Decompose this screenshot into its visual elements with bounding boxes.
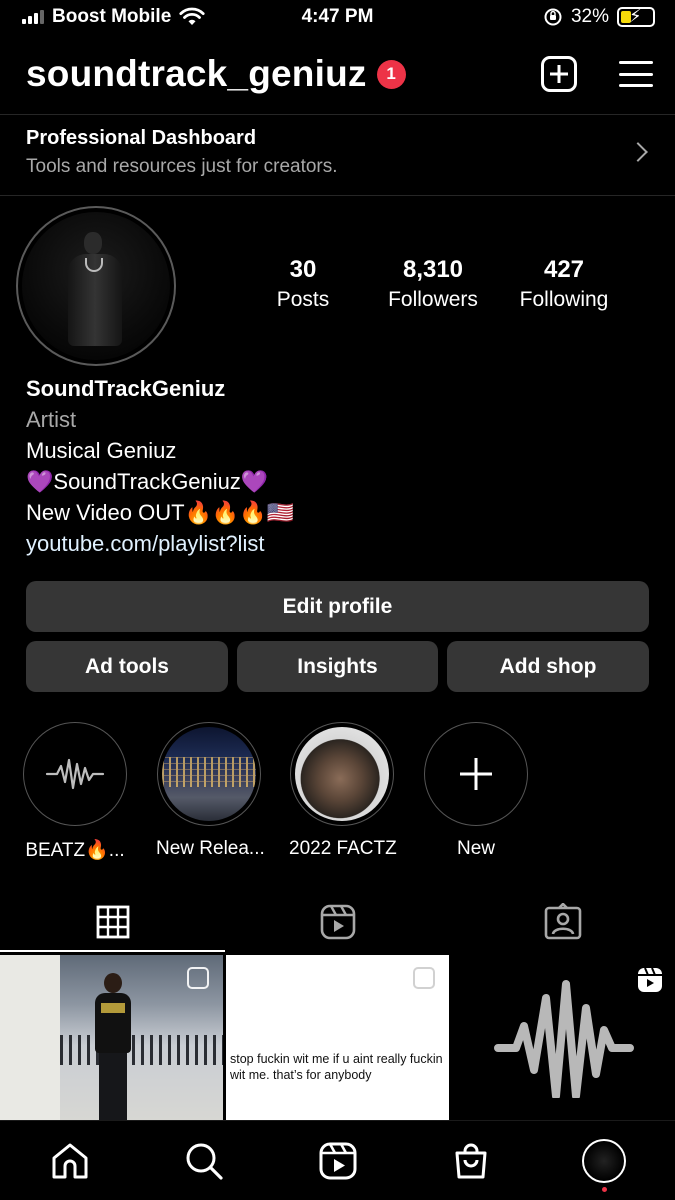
menu-icon[interactable] xyxy=(619,61,653,87)
soundwave-icon xyxy=(493,979,634,1098)
post-text: stop fuckin wit me if u aint really fuck… xyxy=(230,1052,443,1082)
following-count: 427 xyxy=(543,256,585,283)
bio-link[interactable]: youtube.com/playlist?list xyxy=(26,531,646,557)
status-bar: Boost Mobile 4:47 PM 32% ⚡ xyxy=(0,0,675,36)
post-thumbnail[interactable] xyxy=(452,955,675,1120)
tab-reels[interactable] xyxy=(225,892,450,952)
highlight-new-releases[interactable]: New Relea... xyxy=(156,722,265,860)
tab-tagged[interactable] xyxy=(450,892,675,952)
highlight-label: New Relea... xyxy=(156,838,265,859)
highlight-ring xyxy=(424,722,528,826)
add-shop-button[interactable]: Add shop xyxy=(447,641,649,692)
followers-label: Followers xyxy=(388,288,478,311)
nav-search[interactable] xyxy=(182,1139,226,1183)
multiple-photos-icon xyxy=(187,967,209,989)
reels-icon xyxy=(319,1142,357,1180)
status-right: 32% ⚡ xyxy=(543,6,655,28)
professional-dashboard[interactable]: Professional Dashboard Tools and resourc… xyxy=(0,114,675,196)
battery-percent: 32% xyxy=(570,6,609,27)
orientation-lock-icon xyxy=(544,8,562,26)
highlight-ring xyxy=(157,722,261,826)
highlight-ring xyxy=(290,722,394,826)
following-label: Following xyxy=(519,288,609,311)
highlight-beatz[interactable]: BEATZ🔥... xyxy=(22,722,128,862)
battery-icon: ⚡ xyxy=(617,6,655,27)
profile-tabs xyxy=(0,892,675,952)
post-thumbnail[interactable] xyxy=(0,955,223,1120)
followers-stat[interactable]: 8,310 Followers xyxy=(373,256,493,312)
category-label: Artist xyxy=(26,407,77,432)
tagged-icon xyxy=(544,903,581,940)
home-icon xyxy=(52,1143,88,1179)
profile-bio: SoundTrackGeniuz Artist Musical Geniuz 💜… xyxy=(26,376,646,557)
profile-avatar xyxy=(582,1139,626,1183)
bio-line-1: Musical Geniuz xyxy=(26,438,177,463)
profile-header: soundtrack_geniuz 1 xyxy=(26,48,653,100)
following-stat[interactable]: 427 Following xyxy=(504,256,624,312)
grid-icon xyxy=(96,905,129,939)
username[interactable]: soundtrack_geniuz xyxy=(26,53,367,95)
shop-icon xyxy=(455,1143,487,1179)
highlight-label: BEATZ🔥... xyxy=(25,840,125,861)
portrait-image xyxy=(295,727,389,821)
reels-icon xyxy=(320,904,355,940)
reel-badge-icon xyxy=(638,967,662,992)
posts-label: Posts xyxy=(276,288,330,311)
active-tab-indicator xyxy=(0,950,225,952)
edit-profile-button[interactable]: Edit profile xyxy=(26,581,649,632)
plus-icon xyxy=(429,727,523,821)
new-highlight-button[interactable]: New xyxy=(423,722,529,860)
dashboard-subtitle: Tools and resources just for creators. xyxy=(26,156,338,177)
bio-line-3: New Video OUT🔥🔥🔥🇺🇸 xyxy=(26,500,295,525)
add-post-icon[interactable] xyxy=(541,56,577,92)
multiple-photos-icon xyxy=(413,967,435,989)
posts-grid: stop fuckin wit me if u aint really fuck… xyxy=(0,955,675,1120)
soundwave-icon xyxy=(28,727,122,821)
tab-posts[interactable] xyxy=(0,892,225,952)
city-skyline-image xyxy=(162,727,256,821)
notification-badge[interactable]: 1 xyxy=(376,59,406,89)
dashboard-title: Professional Dashboard xyxy=(26,127,257,149)
ad-tools-button[interactable]: Ad tools xyxy=(26,641,228,692)
posts-count: 30 xyxy=(289,256,317,283)
highlight-ring xyxy=(23,722,127,826)
profile-avatar[interactable] xyxy=(16,206,176,366)
avatar-image xyxy=(22,212,170,360)
notification-dot xyxy=(602,1187,607,1192)
highlight-label: 2022 FACTZ xyxy=(289,838,397,859)
post-thumbnail[interactable]: stop fuckin wit me if u aint really fuck… xyxy=(226,955,449,1120)
nav-shop[interactable] xyxy=(449,1139,493,1183)
nav-home[interactable] xyxy=(48,1139,92,1183)
followers-count: 8,310 xyxy=(402,256,464,283)
highlight-2022-factz[interactable]: 2022 FACTZ xyxy=(289,722,397,860)
display-name: SoundTrackGeniuz xyxy=(26,376,226,401)
highlight-label: New xyxy=(456,838,495,859)
nav-reels[interactable] xyxy=(316,1139,360,1183)
search-icon xyxy=(186,1143,223,1180)
bio-line-2: 💜SoundTrackGeniuz💜 xyxy=(26,469,269,494)
header-actions xyxy=(541,56,653,92)
bottom-navigation xyxy=(0,1120,675,1200)
posts-stat[interactable]: 30 Posts xyxy=(263,256,343,312)
insights-button[interactable]: Insights xyxy=(237,641,438,692)
nav-profile[interactable] xyxy=(582,1139,626,1183)
